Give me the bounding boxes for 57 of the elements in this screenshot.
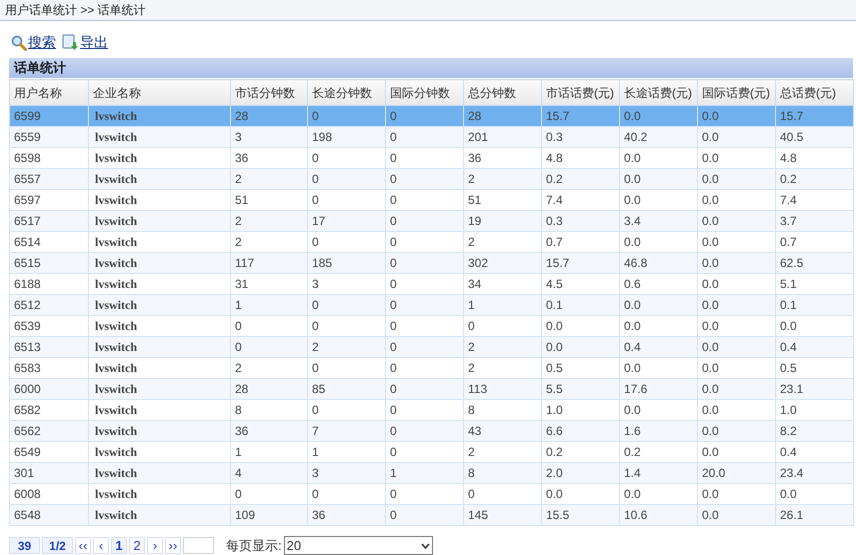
table-row[interactable]: 6539 lvswitch 0 0 0 0 0.0 0.0 0.0 0.0	[10, 316, 854, 336]
table-cell: 10.6	[620, 504, 698, 526]
table-row[interactable]: 6512 lvswitch 1 0 0 1 0.1 0.0 0.0 0.1	[10, 294, 854, 316]
table-row[interactable]: 6562 lvswitch 36 7 0 43 6.6 1.6 0.0 8.2	[10, 420, 854, 442]
table-row[interactable]: 6008 lvswitch 0 0 0 0 0.0 0.0 0.0 0.0	[10, 484, 854, 504]
table-row[interactable]: 6515 lvswitch 117 185 0 302 15.7 46.8 0.0 62.5	[10, 252, 854, 274]
table-row[interactable]: 6559 lvswitch 3 198 0 201 0.3 40.2 0.0 40.5	[10, 126, 854, 148]
table-row[interactable]: 301 lvswitch 4 3 1 8 2.0 1.4 20.0 23.4	[10, 462, 854, 484]
chevron-down-icon	[420, 542, 430, 549]
pager-button[interactable]: ‹‹	[75, 537, 91, 554]
column-header: 国际分钟数	[386, 80, 464, 106]
page-size-select[interactable]: 20	[284, 536, 433, 555]
column-header: 用户名称	[10, 80, 88, 106]
column-header: 总分钟数	[464, 80, 542, 106]
table-row[interactable]: 6000 lvswitch 28 85 0 113 5.5 17.6 0.0 23.1	[10, 378, 854, 400]
table-row[interactable]: 6549 lvswitch 1 1 0 2 0.2 0.2 0.0 0.4	[10, 442, 854, 462]
page-indicator: 1/2	[42, 537, 73, 554]
table-cell: 26.1	[776, 504, 854, 526]
pager-button[interactable]: ››	[165, 537, 181, 554]
table-cell: 0	[386, 504, 464, 526]
table-row[interactable]: 6517 lvswitch 2 17 0 19 0.3 3.4 0.0 3.7	[10, 210, 854, 232]
column-header: 总话费(元)	[776, 80, 854, 106]
page-input[interactable]	[183, 537, 214, 554]
table-row[interactable]: 6598 lvswitch 36 0 0 36 4.8 0.0 0.0 4.8	[10, 148, 854, 168]
table-cell: 145	[464, 504, 542, 526]
table-row[interactable]: 6188 lvswitch 31 3 0 34 4.5 0.6 0.0 5.1	[10, 274, 854, 294]
breadcrumb: 用户话单统计 >> 话单统计	[5, 2, 146, 19]
table-cell: 109	[230, 504, 308, 526]
table-row[interactable]: 6513 lvswitch 0 2 0 2 0.0 0.4 0.0 0.4	[10, 336, 854, 358]
page-size-label: 每页显示:	[226, 537, 282, 555]
table-row[interactable]: 6599 lvswitch 28 0 0 28 15.7 0.0 0.0 15.7	[10, 106, 854, 126]
document-download-icon	[62, 34, 79, 51]
search-icon	[11, 34, 27, 50]
table-row[interactable]: 6597 lvswitch 51 0 0 51 7.4 0.0 0.0 7.4	[10, 190, 854, 210]
column-header: 市话话费(元)	[542, 80, 620, 106]
table-row[interactable]: 6548 lvswitch 109 36 0 145 15.5 10.6 0.0 26.1	[10, 504, 854, 526]
table-cell: lvswitch	[88, 504, 230, 526]
table-cell: 36	[308, 504, 386, 526]
pager-button[interactable]: 2	[129, 537, 145, 554]
column-header: 国际话费(元)	[698, 80, 776, 106]
column-header: 市话分钟数	[230, 80, 308, 106]
table-row[interactable]: 6514 lvswitch 2 0 0 2 0.7 0.0 0.0 0.7	[10, 232, 854, 252]
table-cell: 15.5	[542, 504, 620, 526]
table-cell: 0.0	[698, 504, 776, 526]
panel-header: 话单统计	[9, 58, 853, 78]
table-row[interactable]: 6557 lvswitch 2 0 0 2 0.2 0.0 0.0 0.2	[10, 168, 854, 190]
table-cell: 6548	[10, 504, 88, 526]
pager-button[interactable]: ‹	[93, 537, 109, 554]
table-row[interactable]: 6582 lvswitch 8 0 0 8 1.0 0.0 0.0 1.0	[10, 400, 854, 420]
pager-button[interactable]: 1	[111, 537, 127, 554]
table-row[interactable]: 6583 lvswitch 2 0 0 2 0.5 0.0 0.0 0.5	[10, 358, 854, 378]
record-count: 39	[9, 537, 40, 554]
column-header: 长途话费(元)	[620, 80, 698, 106]
pager-button[interactable]: ›	[147, 537, 163, 554]
search-link[interactable]: 搜索	[11, 32, 56, 53]
column-header: 长途分钟数	[308, 80, 386, 106]
column-header: 企业名称	[88, 80, 230, 106]
